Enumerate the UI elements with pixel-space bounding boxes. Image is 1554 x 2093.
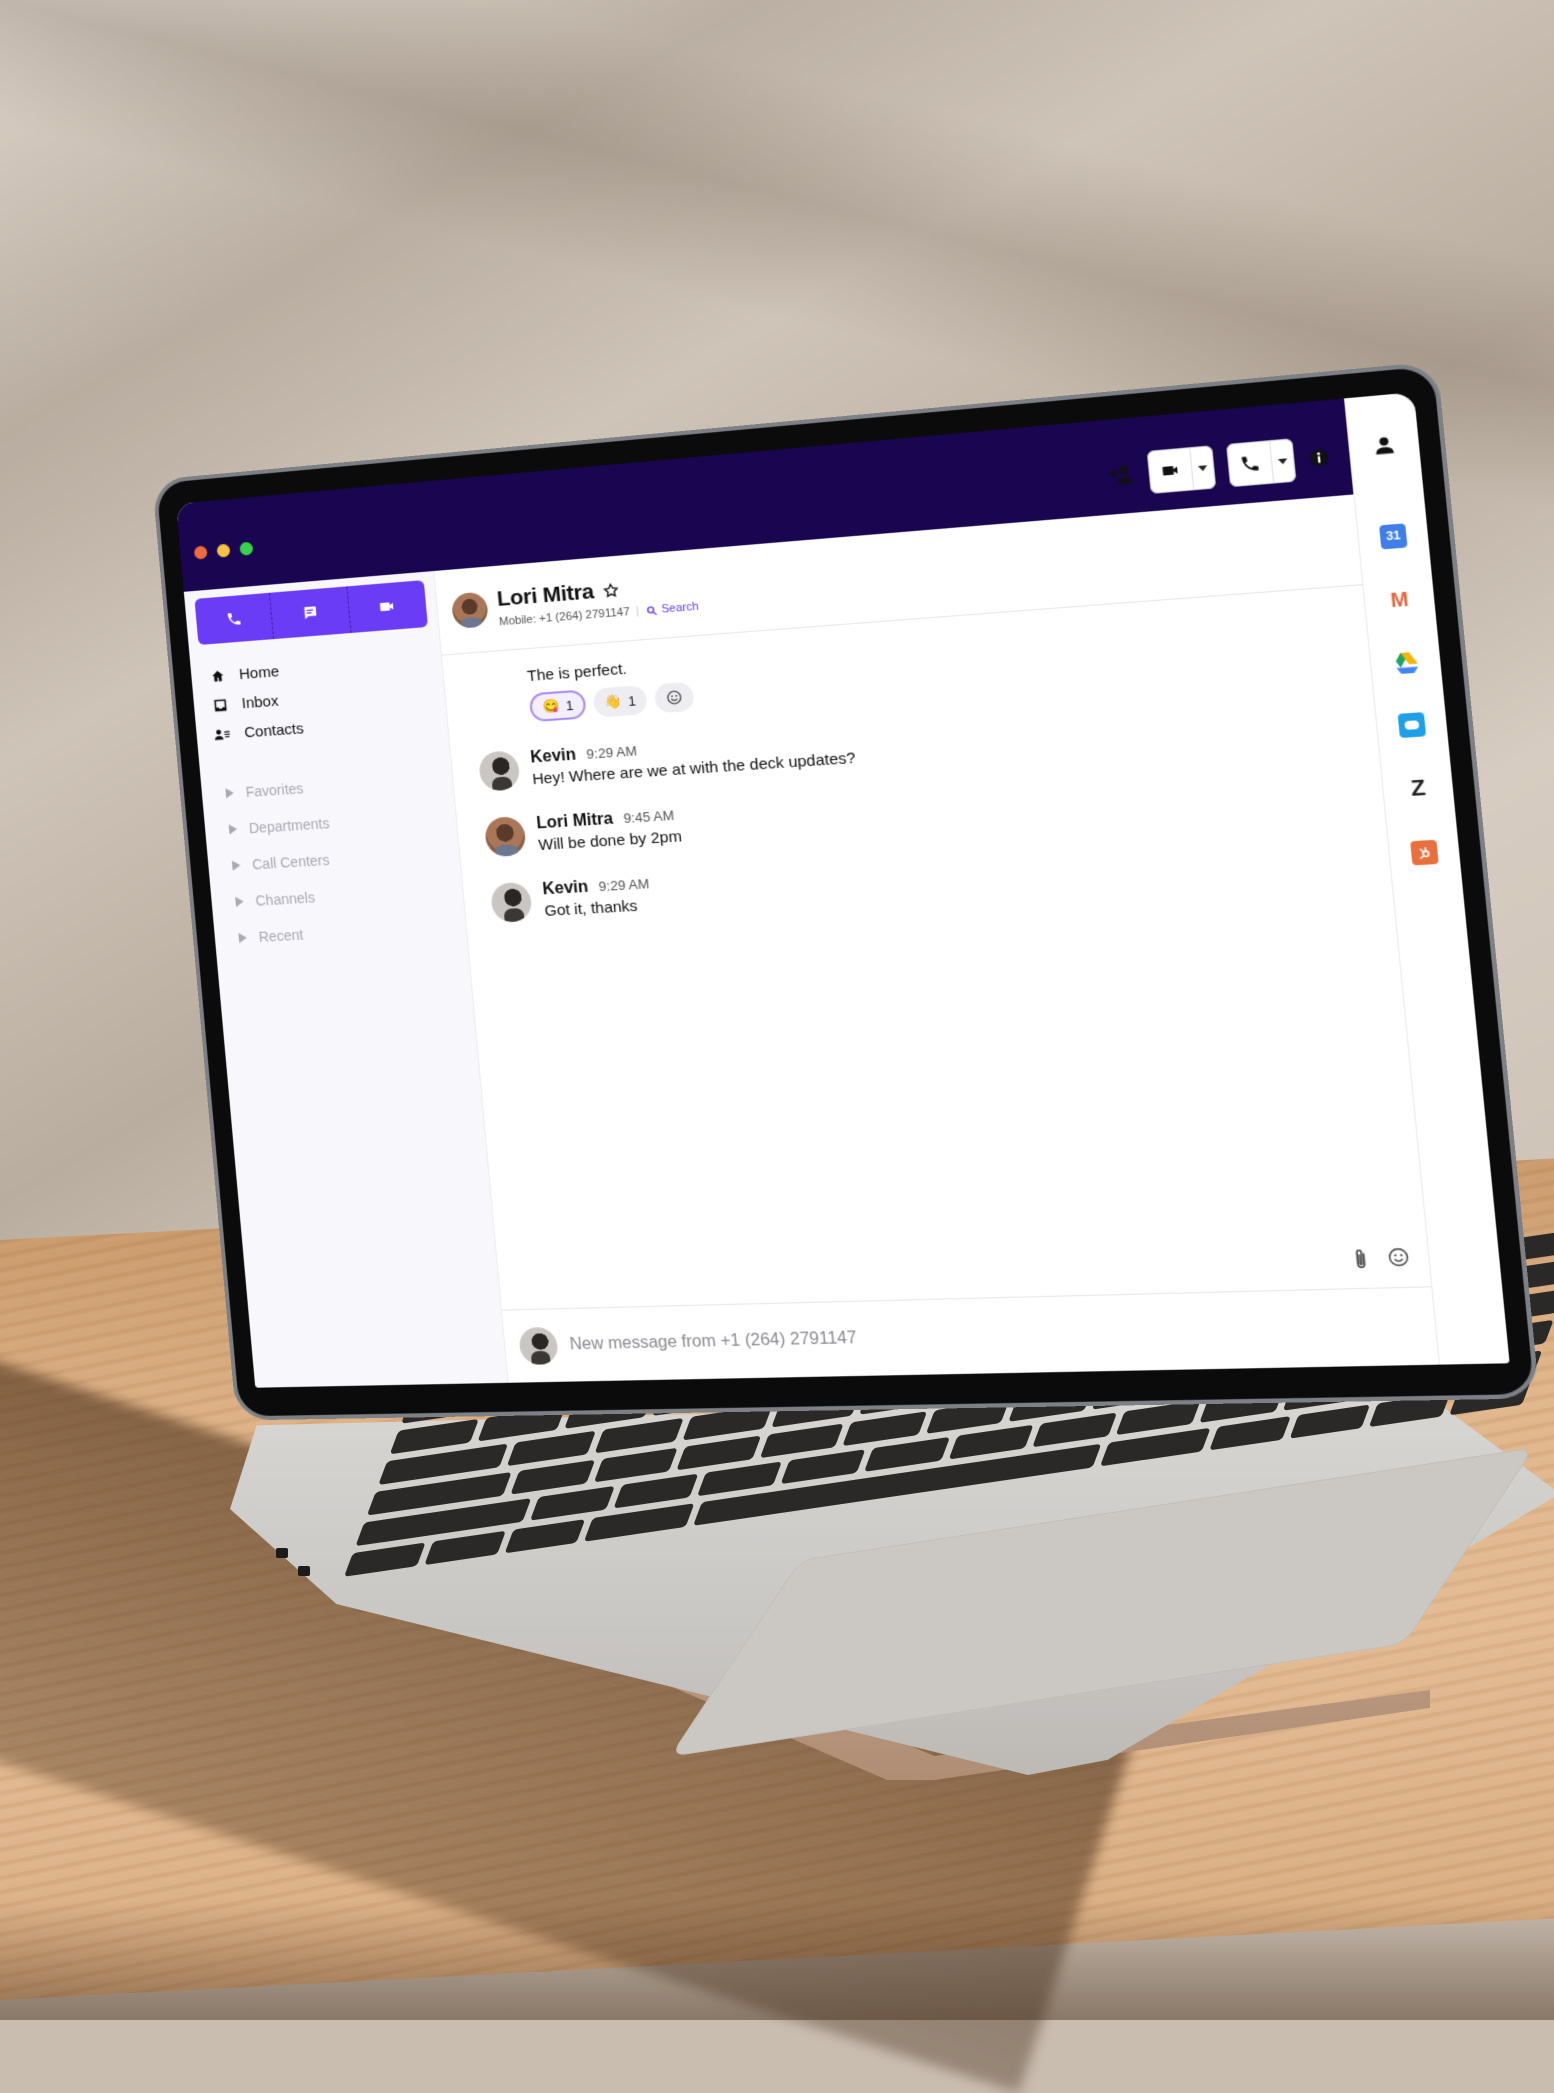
mode-video-button[interactable] <box>347 580 428 633</box>
avatar-kevin[interactable] <box>489 881 533 923</box>
reaction-chip[interactable]: 👋 1 <box>592 684 648 718</box>
calendar-date: 31 <box>1385 529 1402 544</box>
contact-name: Lori Mitra <box>495 579 595 612</box>
nav-label: Home <box>238 663 280 684</box>
add-person-icon[interactable] <box>1107 463 1136 487</box>
minimize-window-button[interactable] <box>216 543 231 558</box>
message-input[interactable] <box>566 1313 1491 1356</box>
expand-triangle-icon <box>231 860 241 871</box>
search-link[interactable]: Search <box>645 600 699 617</box>
divider: | <box>635 605 640 618</box>
primary-nav: Home Inbox Contacts <box>190 644 448 750</box>
message-body: Got it, thanks <box>543 897 639 921</box>
start-video-button[interactable] <box>1147 448 1195 493</box>
group-label: Recent <box>258 926 304 946</box>
nav-label: Contacts <box>243 720 305 742</box>
add-emoji-icon <box>665 689 684 707</box>
close-window-button[interactable] <box>193 545 208 560</box>
expand-triangle-icon <box>238 932 248 944</box>
gmail-letter: M <box>1389 587 1410 612</box>
hubspot-icon[interactable] <box>1410 839 1439 866</box>
chat-icon <box>304 606 317 620</box>
reaction-count: 1 <box>565 696 575 714</box>
person-icon[interactable] <box>1373 434 1396 458</box>
calendar-icon[interactable]: 31 <box>1379 523 1408 550</box>
screen-bezel: Home Inbox Contacts Favorites Department… <box>152 361 1540 1421</box>
message-list: The is perfect. 😋 1 👋 1 Kevin 9:29 AM He… <box>442 580 1502 1310</box>
video-call-split-button <box>1146 445 1217 494</box>
wave-emoji-icon: 👋 <box>604 692 623 710</box>
contact-avatar[interactable] <box>450 591 490 629</box>
inbox-icon <box>212 697 228 713</box>
zendesk-icon[interactable]: Z <box>1403 775 1433 802</box>
app-window: Home Inbox Contacts Favorites Department… <box>175 392 1510 1388</box>
salesforce-icon[interactable] <box>1397 712 1427 739</box>
message-author: Kevin <box>541 878 590 899</box>
table-shadow <box>0 1900 1554 2020</box>
voice-call-split-button <box>1225 438 1297 488</box>
emoji-icon[interactable] <box>1386 1246 1412 1269</box>
chevron-down-icon <box>1277 457 1288 465</box>
home-icon <box>211 670 224 682</box>
composer-tools <box>1350 1246 1412 1272</box>
conversation-pane: Lori Mitra Mobile: +1 (264) 2791147 | Se… <box>434 392 1510 1383</box>
avatar-kevin[interactable] <box>477 750 521 792</box>
attachment-icon[interactable] <box>1350 1247 1371 1272</box>
group-label: Channels <box>254 889 316 909</box>
collapsible-groups: Favorites Departments Call Centers Chann… <box>200 760 467 958</box>
avatar-lori[interactable] <box>483 815 527 858</box>
usb-port <box>276 1548 288 1558</box>
nav-label: Inbox <box>241 692 280 713</box>
message-time: 9:45 AM <box>622 807 675 827</box>
search-label: Search <box>660 600 700 616</box>
app-body: Home Inbox Contacts Favorites Department… <box>183 392 1510 1388</box>
add-reaction-button[interactable] <box>653 681 695 714</box>
usb-port <box>298 1566 310 1576</box>
expand-triangle-icon <box>228 823 238 835</box>
contacts-icon <box>214 726 231 741</box>
zoom-window-button[interactable] <box>239 541 254 556</box>
yum-emoji-icon: 😋 <box>541 697 561 715</box>
search-icon <box>645 604 658 616</box>
chevron-down-icon <box>1197 464 1208 471</box>
sender-avatar <box>518 1326 560 1365</box>
group-label: Favorites <box>244 780 305 801</box>
drive-icon[interactable] <box>1392 651 1420 675</box>
phone-icon <box>227 612 241 626</box>
gmail-icon[interactable]: M <box>1385 586 1414 614</box>
zendesk-letter: Z <box>1409 775 1427 801</box>
mode-messages-button[interactable] <box>270 586 352 640</box>
group-label: Call Centers <box>251 851 331 873</box>
expand-triangle-icon <box>235 896 245 907</box>
message-time: 9:29 AM <box>598 875 650 895</box>
message-time: 9:29 AM <box>585 742 638 762</box>
phone-icon <box>1241 455 1259 472</box>
window-controls <box>193 541 254 560</box>
video-icon <box>1162 465 1178 476</box>
video-icon <box>380 602 394 612</box>
video-options-dropdown[interactable] <box>1190 446 1215 489</box>
reaction-chip[interactable]: 😋 1 <box>528 689 588 723</box>
group-label: Departments <box>248 815 331 837</box>
expand-triangle-icon <box>225 787 235 799</box>
star-outline-icon[interactable] <box>601 582 619 600</box>
reaction-count: 1 <box>627 692 637 709</box>
mode-phone-button[interactable] <box>194 592 275 646</box>
start-call-button[interactable] <box>1227 441 1275 487</box>
message-author: Lori Mitra <box>535 810 614 833</box>
message-author: Kevin <box>529 746 577 767</box>
info-icon[interactable] <box>1307 447 1330 468</box>
mode-switcher <box>194 580 428 646</box>
call-options-dropdown[interactable] <box>1270 439 1295 482</box>
